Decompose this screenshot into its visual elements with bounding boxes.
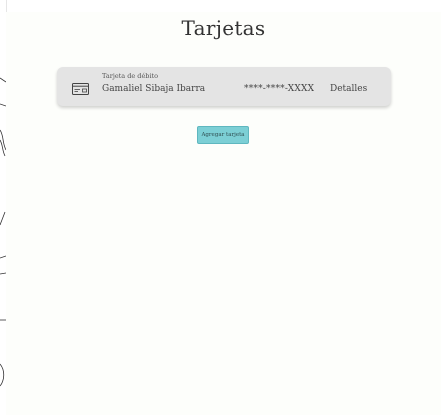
card-number: ****-****-XXXX [244,84,315,94]
card-item[interactable]: Tarjeta de débito Gamaliel Sibaja Ibarra… [57,67,391,106]
credit-card-icon [72,80,89,99]
card-type-label: Tarjeta de débito [102,72,159,80]
card-holder-name: Gamaliel Sibaja Ibarra [102,84,206,94]
main-content: Tarjetas Tarjeta de débito Gamaliel Siba… [6,12,441,415]
page-title: Tarjetas [181,16,266,40]
card-details-link[interactable]: Detalles [330,84,367,94]
add-card-button[interactable]: Agregar tarjeta [197,126,249,144]
